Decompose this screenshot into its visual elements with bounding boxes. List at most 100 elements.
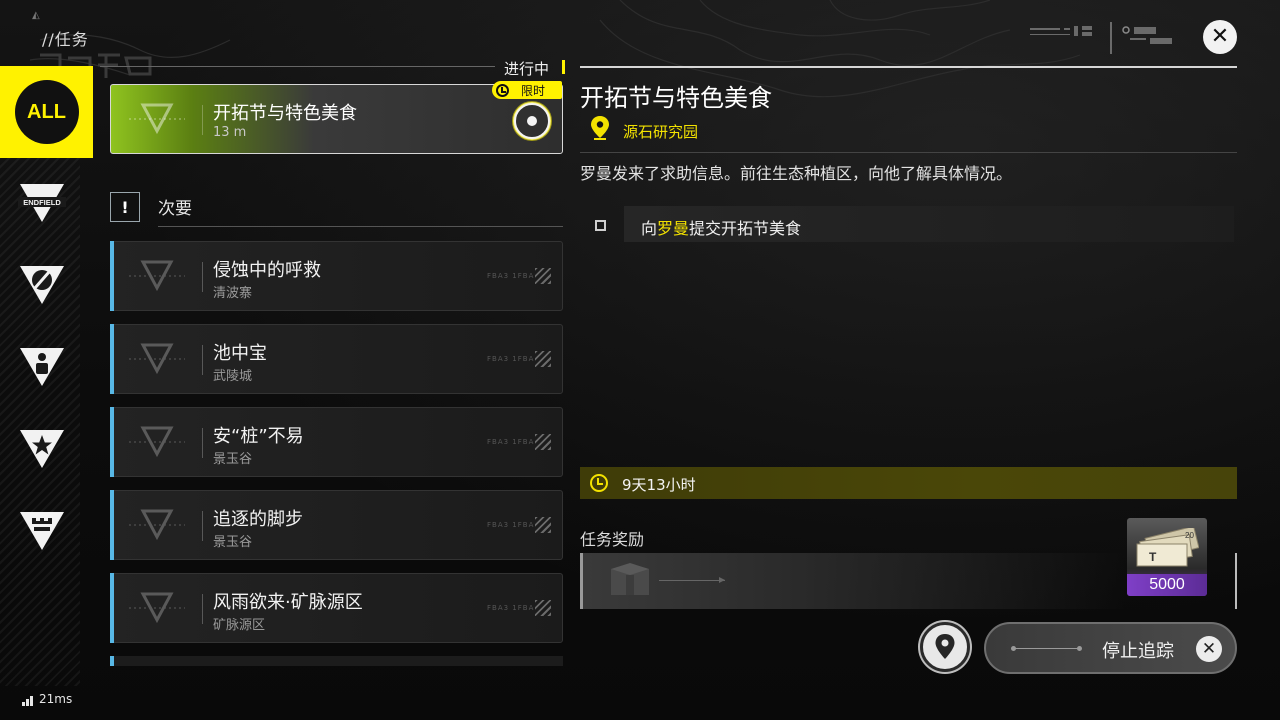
exclamation-icon: ! bbox=[110, 192, 140, 222]
quest-title: 池中宝 bbox=[213, 343, 267, 364]
hatch-icon bbox=[535, 600, 551, 616]
reward-item[interactable]: T 20 5000 bbox=[1127, 518, 1207, 596]
card-divider bbox=[202, 345, 203, 375]
in-progress-label: 进行中 bbox=[504, 60, 550, 78]
section-divider bbox=[158, 226, 563, 227]
category-all-tab[interactable]: ALL bbox=[0, 66, 93, 158]
limited-time-badge: 限时 bbox=[492, 81, 562, 99]
map-button[interactable] bbox=[920, 622, 970, 672]
quest-title: 追逐的脚步 bbox=[213, 509, 303, 530]
quest-location: 清波寨 bbox=[213, 286, 253, 301]
quest-location: 矿脉源区 bbox=[213, 618, 266, 633]
signal-icon bbox=[22, 696, 34, 706]
hatch-icon bbox=[535, 434, 551, 450]
objective-text: 向罗曼提交开拓节美食 bbox=[641, 215, 801, 239]
bills-icon: T 20 bbox=[1136, 528, 1199, 567]
detail-location: 源石研究园 bbox=[623, 123, 699, 141]
objective-npc: 罗曼 bbox=[657, 219, 690, 238]
category-person-tab[interactable] bbox=[18, 342, 66, 390]
page-title: //任务 bbox=[42, 30, 89, 49]
card-divider bbox=[202, 594, 203, 624]
card-divider bbox=[202, 428, 203, 458]
time-remaining-bar: 9天13小时 bbox=[580, 467, 1237, 499]
clock-icon bbox=[590, 474, 608, 492]
quest-accent-bar bbox=[110, 407, 114, 477]
reward-quantity: 5000 bbox=[1127, 574, 1207, 596]
category-all-label: ALL bbox=[14, 80, 79, 144]
category-castle-tab[interactable] bbox=[18, 506, 66, 554]
quest-item[interactable]: 安“桩”不易 景玉谷 FBA3 1FBA bbox=[110, 407, 563, 477]
rewards-scroll-edge bbox=[1235, 553, 1237, 609]
map-pin-icon bbox=[935, 634, 955, 659]
quest-accent-bar bbox=[110, 490, 114, 560]
castle-shield-icon bbox=[20, 512, 64, 550]
supply-box-icon bbox=[611, 563, 649, 595]
person-shield-icon bbox=[20, 348, 64, 386]
section-label: 次要 bbox=[158, 199, 192, 219]
quest-accent-bar bbox=[110, 573, 114, 643]
limited-time-label: 限时 bbox=[521, 83, 546, 98]
quest-title: 安“桩”不易 bbox=[213, 426, 304, 447]
quest-emblem-icon bbox=[129, 426, 185, 458]
stop-tracking-button[interactable]: 停止追踪 ✕ bbox=[984, 622, 1237, 674]
quest-code: FBA3 1FBA bbox=[487, 604, 535, 612]
ping-value: 21ms bbox=[39, 692, 73, 706]
quest-emblem-icon bbox=[129, 260, 185, 292]
location-pin-icon bbox=[591, 116, 609, 140]
quest-item-partial[interactable] bbox=[110, 656, 563, 666]
quest-item[interactable]: 池中宝 武陵城 FBA3 1FBA bbox=[110, 324, 563, 394]
detail-divider bbox=[580, 152, 1237, 153]
star-shield-icon bbox=[20, 430, 64, 468]
reward-badge: 20 bbox=[1185, 531, 1194, 540]
hatch-icon bbox=[535, 268, 551, 284]
hatch-icon bbox=[535, 351, 551, 367]
category-star-tab[interactable] bbox=[18, 424, 66, 472]
active-quest-distance: 13 m bbox=[213, 125, 247, 140]
quest-emblem-icon bbox=[129, 592, 185, 624]
quest-item[interactable]: 追逐的脚步 景玉谷 FBA3 1FBA bbox=[110, 490, 563, 560]
category-endfield-label: ENDFIELD bbox=[23, 198, 61, 207]
stop-tracking-label: 停止追踪 bbox=[1102, 641, 1174, 662]
quest-code: FBA3 1FBA bbox=[487, 272, 535, 280]
objective-prefix: 向 bbox=[641, 219, 658, 238]
hatch-icon bbox=[535, 517, 551, 533]
quest-location: 武陵城 bbox=[213, 369, 253, 384]
quest-list-panel: 进行中 开拓节与特色美食 13 m 限时 ! 次要 侵蚀中的呼救 清波寨 FBA… bbox=[100, 56, 570, 666]
connector-line bbox=[1011, 646, 1082, 651]
quest-accent-bar bbox=[110, 241, 114, 311]
svg-text:T: T bbox=[1149, 550, 1157, 564]
quest-emblem-icon bbox=[129, 103, 185, 135]
quest-title: 侵蚀中的呼救 bbox=[213, 260, 321, 281]
status-divider bbox=[100, 66, 495, 67]
rewards-label: 任务奖励 bbox=[580, 530, 645, 549]
network-status: 21ms bbox=[22, 692, 72, 706]
pencil-shield-icon bbox=[20, 266, 64, 304]
tracking-target-icon[interactable] bbox=[512, 101, 552, 141]
category-pencil-tab[interactable] bbox=[18, 260, 66, 308]
corner-logo: ◭ bbox=[32, 10, 40, 21]
close-icon: ✕ bbox=[1196, 636, 1222, 662]
detail-title: 开拓节与特色美食 bbox=[580, 84, 772, 112]
quest-location: 景玉谷 bbox=[213, 535, 253, 550]
quest-title: 风雨欲来·矿脉源区 bbox=[213, 592, 363, 613]
quest-item[interactable]: 风雨欲来·矿脉源区 矿脉源区 FBA3 1FBA bbox=[110, 573, 563, 643]
quest-item[interactable]: 侵蚀中的呼救 清波寨 FBA3 1FBA bbox=[110, 241, 563, 311]
card-divider bbox=[202, 511, 203, 541]
objective-suffix: 提交开拓节美食 bbox=[689, 219, 802, 238]
rewards-strip bbox=[580, 553, 1125, 609]
secondary-section-header: ! 次要 bbox=[110, 190, 563, 230]
detail-top-divider bbox=[580, 66, 1237, 68]
endfield-icon: ENDFIELD bbox=[18, 184, 66, 222]
active-quest-title: 开拓节与特色美食 bbox=[213, 103, 357, 124]
status-marker bbox=[562, 60, 565, 74]
quest-code: FBA3 1FBA bbox=[487, 355, 535, 363]
objective-row: 向罗曼提交开拓节美食 bbox=[580, 206, 1235, 242]
quest-detail-panel: 开拓节与特色美食 源石研究园 罗曼发来了求助信息。前往生态种植区，向他了解具体情… bbox=[580, 66, 1240, 686]
category-sidebar: ALL ENDFIELD bbox=[0, 66, 93, 686]
card-divider bbox=[202, 262, 203, 292]
category-endfield-tab[interactable]: ENDFIELD bbox=[18, 178, 66, 226]
arrow-icon bbox=[659, 577, 725, 583]
quest-code: FBA3 1FBA bbox=[487, 521, 535, 529]
close-button[interactable]: ✕ bbox=[1203, 20, 1237, 54]
quest-emblem-icon bbox=[129, 509, 185, 541]
